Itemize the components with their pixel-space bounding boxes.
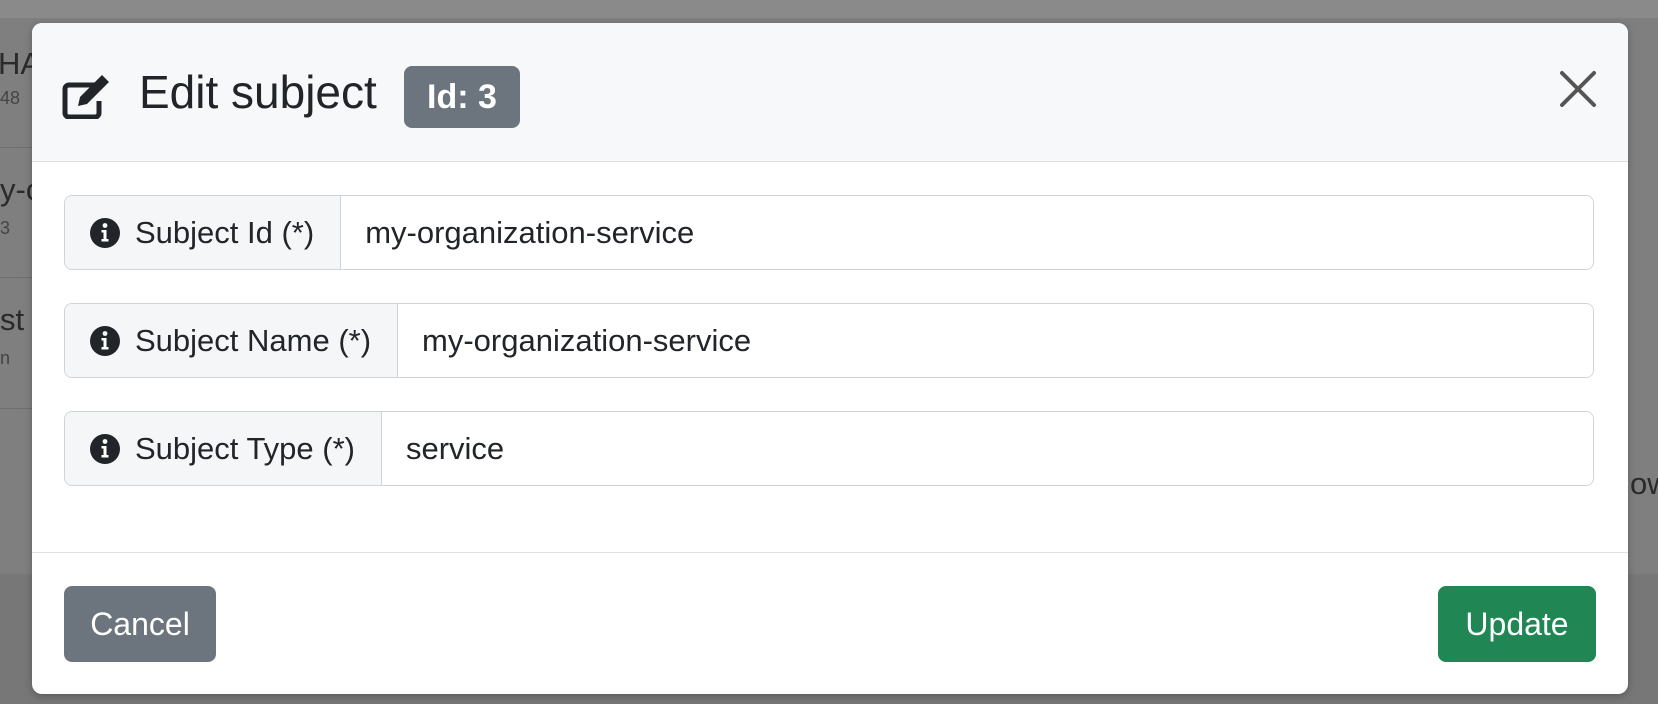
subject-type-label-box: Subject Type (*) bbox=[65, 412, 382, 485]
subject-type-input[interactable] bbox=[381, 412, 1593, 485]
subject-id-group: Subject Id (*) bbox=[64, 195, 1594, 270]
update-button[interactable]: Update bbox=[1438, 586, 1596, 662]
edit-icon bbox=[62, 75, 109, 119]
background-text: st bbox=[0, 302, 25, 337]
subject-id-input[interactable] bbox=[341, 196, 1593, 269]
edit-subject-modal: Edit subject Id: 3 Subject Id (*) my-org… bbox=[32, 23, 1628, 694]
subject-type-group: Subject Type (*) bbox=[64, 411, 1594, 486]
id-badge: Id: 3 bbox=[404, 66, 520, 128]
info-circle-icon bbox=[90, 325, 120, 356]
subject-type-label: Subject Type (*) bbox=[135, 430, 355, 466]
info-circle-icon bbox=[90, 433, 120, 464]
subject-name-label-box: Subject Name (*) bbox=[65, 304, 399, 377]
subject-name-input[interactable] bbox=[398, 304, 1593, 377]
close-icon[interactable] bbox=[1558, 69, 1598, 109]
subject-name-label: Subject Name (*) bbox=[135, 322, 372, 358]
modal-header: Edit subject Id: 3 bbox=[32, 23, 1628, 162]
subject-id-label-box: Subject Id (*) bbox=[65, 196, 342, 269]
modal-body: Subject Id (*) Subject Name (*) bbox=[32, 162, 1628, 552]
subject-name-group: Subject Name (*) bbox=[64, 303, 1594, 378]
background-text: 3 bbox=[0, 218, 11, 238]
background-text: n bbox=[0, 348, 11, 368]
modal-title: Edit subject bbox=[139, 66, 377, 118]
background-text: ow bbox=[1630, 466, 1658, 501]
info-circle-icon bbox=[90, 217, 120, 248]
cancel-button[interactable]: Cancel bbox=[64, 586, 216, 662]
subject-id-label: Subject Id (*) bbox=[135, 214, 315, 250]
background-header-strip bbox=[0, 0, 1658, 18]
modal-footer: Cancel Update bbox=[32, 552, 1628, 694]
background-text: 48 bbox=[0, 88, 21, 108]
